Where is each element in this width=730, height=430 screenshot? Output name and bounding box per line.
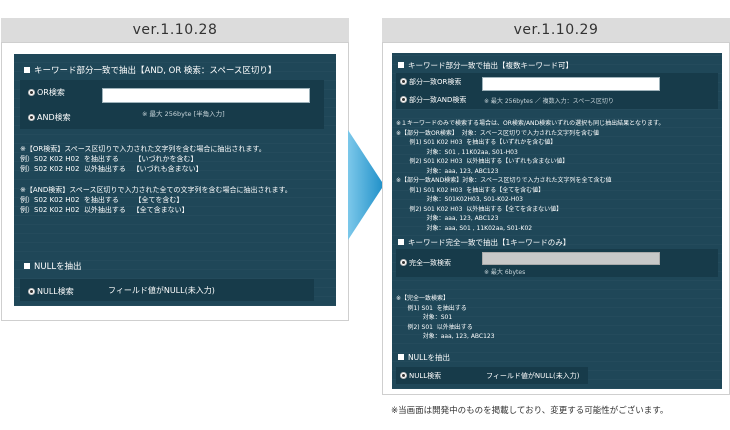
square-bullet-icon bbox=[24, 67, 30, 73]
radio-selected-icon bbox=[400, 78, 407, 85]
partial-keyword-input[interactable] bbox=[482, 77, 660, 91]
version-header-right: ver.1.10.29 bbox=[382, 18, 730, 42]
null-description: フィールド値がNULL(未入力) bbox=[108, 286, 215, 295]
null-option-box: NULL検索 フィールド値がNULL(未入力) bbox=[20, 279, 314, 301]
search-panel-right: キーワード部分一致で抽出【複数キーワード可】 部分一致OR検索 部分一致AND検… bbox=[392, 53, 722, 389]
radio-selected-icon bbox=[400, 372, 407, 379]
section-title-null: NULLを抽出 bbox=[24, 260, 82, 272]
keyword-input-hint: ※ 最大 256byte [半角入力] bbox=[142, 110, 225, 118]
exact-options-box: 完全一致検索 ※ 最大 6bytes bbox=[396, 249, 718, 277]
radio-selected-icon bbox=[28, 89, 35, 96]
exact-search-radio[interactable]: 完全一致検索 bbox=[400, 258, 451, 268]
partial-explanation: ※１キーワードのみで検索する場合は、OR検索/AND検索いずれの選択も同じ抽出結… bbox=[396, 120, 665, 232]
square-bullet-icon bbox=[398, 62, 404, 68]
square-bullet-icon bbox=[398, 354, 404, 360]
and-search-radio[interactable]: AND検索 bbox=[28, 112, 71, 123]
radio-selected-icon bbox=[28, 114, 35, 121]
or-search-radio[interactable]: OR検索 bbox=[28, 87, 65, 98]
square-bullet-icon bbox=[398, 239, 404, 245]
exact-input-hint: ※ 最大 6bytes bbox=[484, 269, 526, 276]
radio-selected-icon bbox=[400, 96, 407, 103]
arrow-right-icon bbox=[348, 130, 384, 240]
development-footnote: ※当画面は開発中のものを掲載しており、変更する可能性がございます。 bbox=[391, 406, 669, 416]
section-title-partial: キーワード部分一致で抽出【複数キーワード可】 bbox=[398, 60, 573, 71]
exact-keyword-input[interactable] bbox=[482, 252, 660, 265]
partial-or-radio[interactable]: 部分一致OR検索 bbox=[400, 77, 461, 87]
partial-input-hint: ※ 最大 256bytes ／ 複数入力：スペース区切り bbox=[484, 98, 614, 105]
null-search-radio[interactable]: NULL検索 bbox=[28, 286, 74, 297]
partial-and-radio[interactable]: 部分一致AND検索 bbox=[400, 95, 466, 105]
square-bullet-icon bbox=[24, 263, 30, 269]
version-header-left: ver.1.10.28 bbox=[1, 18, 349, 42]
section-title-keyword: キーワード部分一致で抽出【AND, OR 検索：スペース区切り】 bbox=[24, 64, 276, 76]
or-and-explanation: ※【OR検索】スペース区切りで入力された文字列を含む場合に抽出されます。 例）S… bbox=[20, 145, 292, 215]
keyword-input[interactable] bbox=[102, 88, 310, 103]
radio-selected-icon bbox=[28, 288, 35, 295]
partial-options-box: 部分一致OR検索 部分一致AND検索 ※ 最大 256bytes ／ 複数入力：… bbox=[396, 73, 718, 109]
section-title-exact: キーワード完全一致で抽出【1キーワードのみ】 bbox=[398, 237, 570, 248]
section-title-null-right: NULLを抽出 bbox=[398, 352, 450, 363]
radio-selected-icon bbox=[400, 259, 407, 266]
null-option-box-right: NULL検索 フィールド値がNULL(未入力) bbox=[396, 367, 588, 384]
null-description-right: フィールド値がNULL(未入力) bbox=[486, 372, 580, 380]
keyword-options-box: OR検索 AND検索 ※ 最大 256byte [半角入力] bbox=[20, 80, 324, 129]
exact-explanation: ※【完全一致検索】 例1) S01 を抽出する 対象：S01 例2) S01 以… bbox=[396, 295, 495, 340]
null-search-radio-right[interactable]: NULL検索 bbox=[400, 371, 441, 381]
search-panel-left: キーワード部分一致で抽出【AND, OR 検索：スペース区切り】 OR検索 AN… bbox=[14, 54, 336, 306]
